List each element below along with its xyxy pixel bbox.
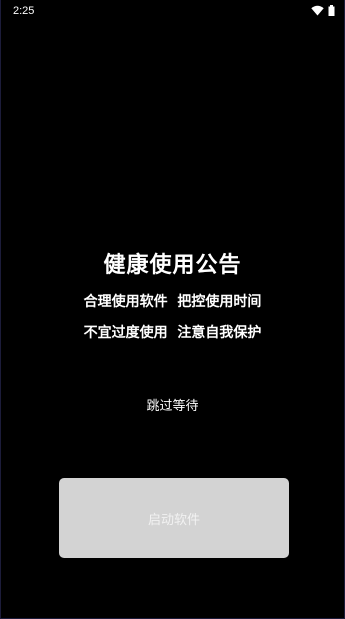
wifi-icon	[311, 5, 324, 16]
notice-title: 健康使用公告	[103, 252, 242, 278]
launch-app-button[interactable]: 启动软件	[59, 478, 289, 558]
status-bar: 2:25	[0, 0, 345, 24]
notice-line-2: 不宜过度使用 注意自我保护	[83, 325, 262, 341]
status-time: 2:25	[13, 5, 35, 17]
launch-button-label: 启动软件	[147, 512, 200, 528]
notice-line-1: 合理使用软件 把控使用时间	[83, 294, 262, 310]
battery-icon	[328, 5, 335, 16]
skip-wait-button[interactable]: 跳过等待	[0, 395, 345, 414]
status-icons	[311, 5, 335, 16]
